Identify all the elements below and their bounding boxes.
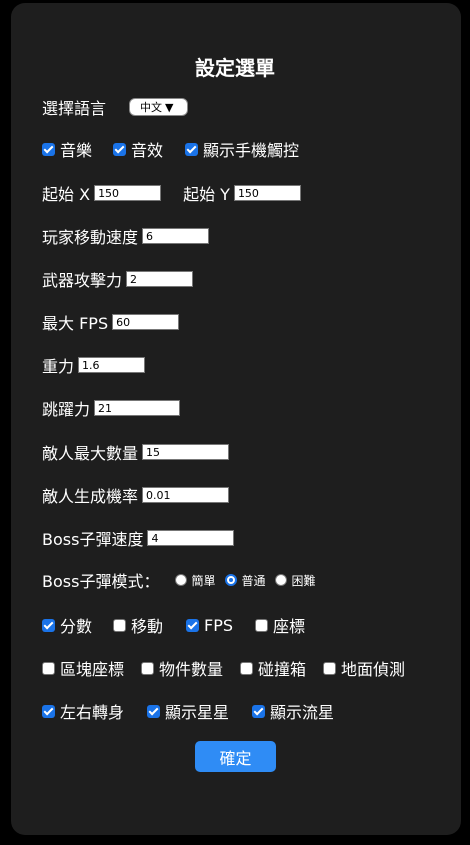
score-label: 分數 bbox=[60, 617, 93, 636]
score-checkbox[interactable] bbox=[42, 618, 55, 632]
player-speed-input[interactable] bbox=[142, 228, 210, 244]
stars-label: 顯示星星 bbox=[165, 703, 230, 722]
chunk-coords-label: 區塊座標 bbox=[60, 660, 125, 679]
chevron-down-icon: ▼ bbox=[165, 100, 174, 114]
movement-label: 移動 bbox=[131, 617, 164, 636]
gravity-label: 重力 bbox=[42, 357, 75, 376]
language-label: 選擇語言 bbox=[42, 99, 107, 118]
music-checkbox[interactable] bbox=[42, 142, 55, 156]
touch-toggle[interactable]: 顯示手機觸控 bbox=[185, 137, 299, 161]
object-count-toggle[interactable]: 物件數量 bbox=[141, 656, 223, 680]
weapon-attack-input[interactable] bbox=[126, 271, 194, 287]
boss-mode-normal-radio[interactable] bbox=[225, 574, 238, 586]
coords-toggle[interactable]: 座標 bbox=[255, 613, 305, 637]
jump-row: 跳躍力 bbox=[42, 397, 181, 419]
chunk-coords-checkbox[interactable] bbox=[42, 661, 55, 675]
max-fps-input[interactable] bbox=[112, 314, 180, 330]
boss-mode-easy-radio[interactable] bbox=[175, 574, 188, 586]
gravity-row: 重力 bbox=[42, 354, 146, 376]
music-toggle[interactable]: 音樂 bbox=[42, 137, 92, 161]
boss-mode-easy-label: 簡單 bbox=[191, 573, 216, 588]
page-title: 設定選單 bbox=[195, 56, 275, 80]
ground-detect-toggle[interactable]: 地面偵測 bbox=[323, 656, 405, 680]
coords-checkbox[interactable] bbox=[255, 618, 269, 632]
boss-mode-easy[interactable]: 簡單 bbox=[175, 572, 215, 589]
meteor-toggle[interactable]: 顯示流星 bbox=[252, 699, 334, 723]
sfx-toggle[interactable]: 音效 bbox=[113, 137, 163, 161]
boss-mode-normal[interactable]: 普通 bbox=[225, 572, 265, 589]
fps-checkbox[interactable] bbox=[186, 618, 200, 632]
ground-detect-label: 地面偵測 bbox=[341, 660, 406, 679]
start-position-row: 起始 X 起始 Y bbox=[42, 182, 301, 204]
hitbox-checkbox[interactable] bbox=[240, 661, 254, 675]
jump-input[interactable] bbox=[94, 400, 181, 416]
movement-toggle[interactable]: 移動 bbox=[113, 613, 163, 637]
hitbox-label: 碰撞箱 bbox=[258, 660, 307, 679]
visual-toggles-row: 左右轉身 顯示星星 顯示流星 bbox=[42, 700, 334, 722]
start-y-input[interactable] bbox=[233, 185, 301, 201]
chunk-coords-toggle[interactable]: 區塊座標 bbox=[42, 656, 124, 680]
weapon-attack-row: 武器攻擊力 bbox=[42, 268, 194, 290]
jump-label: 跳躍力 bbox=[42, 400, 91, 419]
score-toggle[interactable]: 分數 bbox=[42, 613, 92, 637]
enemy-rate-label: 敵人生成機率 bbox=[42, 487, 139, 506]
gravity-input[interactable] bbox=[78, 357, 146, 373]
touch-label: 顯示手機觸控 bbox=[203, 141, 300, 160]
boss-mode-hard-radio[interactable] bbox=[275, 574, 288, 586]
boss-mode-hard[interactable]: 困難 bbox=[275, 572, 316, 589]
player-speed-label: 玩家移動速度 bbox=[42, 228, 139, 247]
turn-label: 左右轉身 bbox=[60, 703, 125, 722]
debug-toggles-row-1: 分數 移動 FPS 座標 bbox=[42, 614, 305, 636]
max-fps-row: 最大 FPS bbox=[42, 311, 180, 333]
sfx-checkbox[interactable] bbox=[113, 142, 127, 156]
boss-bullet-speed-row: Boss子彈速度 bbox=[42, 527, 235, 549]
stars-toggle[interactable]: 顯示星星 bbox=[147, 699, 229, 723]
boss-mode-hard-label: 困難 bbox=[291, 573, 316, 588]
meteor-checkbox[interactable] bbox=[252, 704, 266, 718]
audio-toggles-row: 音樂 音效 顯示手機觸控 bbox=[42, 138, 299, 160]
boss-mode-label: Boss子彈模式： bbox=[42, 572, 160, 591]
music-label: 音樂 bbox=[60, 141, 93, 160]
touch-checkbox[interactable] bbox=[185, 142, 199, 156]
start-x-label: 起始 X bbox=[42, 185, 91, 204]
boss-mode-row: Boss子彈模式： 簡單 普通 困難 bbox=[42, 569, 316, 591]
enemy-rate-input[interactable] bbox=[142, 487, 230, 503]
start-x-input[interactable] bbox=[94, 185, 162, 201]
start-y-label: 起始 Y bbox=[183, 185, 230, 204]
enemy-rate-row: 敵人生成機率 bbox=[42, 484, 230, 506]
boss-bullet-speed-label: Boss子彈速度 bbox=[42, 530, 144, 549]
object-count-label: 物件數量 bbox=[159, 660, 224, 679]
boss-bullet-speed-input[interactable] bbox=[147, 530, 235, 546]
enemy-max-row: 敵人最大數量 bbox=[42, 441, 230, 463]
enemy-max-label: 敵人最大數量 bbox=[42, 444, 139, 463]
fps-toggle[interactable]: FPS bbox=[186, 616, 233, 635]
turn-toggle[interactable]: 左右轉身 bbox=[42, 699, 124, 723]
turn-checkbox[interactable] bbox=[42, 704, 55, 718]
debug-toggles-row-2: 區塊座標 物件數量 碰撞箱 地面偵測 bbox=[42, 657, 405, 679]
coords-label: 座標 bbox=[273, 617, 306, 636]
ground-detect-checkbox[interactable] bbox=[323, 661, 337, 675]
object-count-checkbox[interactable] bbox=[141, 661, 155, 675]
fps-label: FPS bbox=[204, 615, 234, 635]
language-row: 選擇語言 中文 ▼ bbox=[42, 96, 189, 118]
max-fps-label: 最大 FPS bbox=[42, 314, 109, 333]
meteor-label: 顯示流星 bbox=[270, 703, 335, 722]
weapon-attack-label: 武器攻擊力 bbox=[42, 271, 123, 290]
movement-checkbox[interactable] bbox=[113, 618, 127, 632]
language-select[interactable]: 中文 ▼ bbox=[129, 98, 189, 116]
enemy-max-input[interactable] bbox=[142, 444, 230, 460]
language-selected: 中文 bbox=[140, 101, 163, 114]
boss-mode-normal-label: 普通 bbox=[241, 573, 266, 588]
hitbox-toggle[interactable]: 碰撞箱 bbox=[240, 656, 306, 680]
player-speed-row: 玩家移動速度 bbox=[42, 225, 210, 247]
stars-checkbox[interactable] bbox=[147, 704, 161, 718]
confirm-button[interactable]: 確定 bbox=[195, 741, 276, 772]
sfx-label: 音效 bbox=[131, 141, 164, 160]
